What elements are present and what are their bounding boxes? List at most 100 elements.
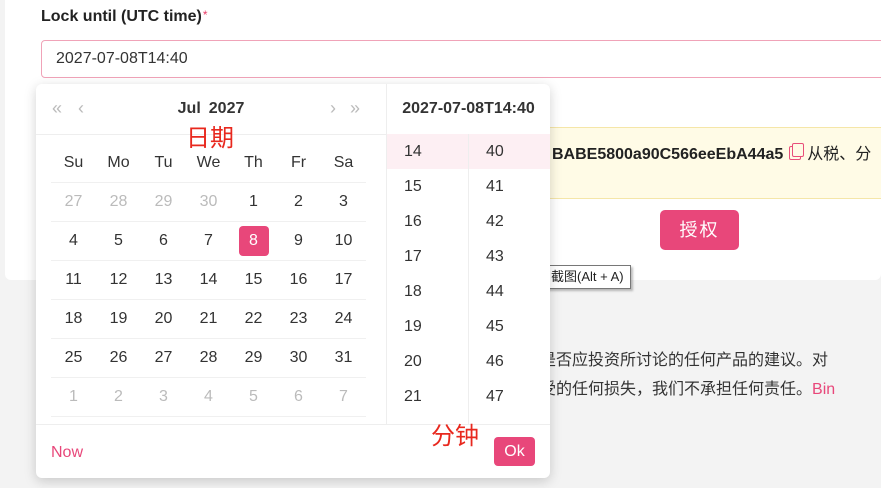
hour-column[interactable]: 14 15 16 17 18 19 20 21 bbox=[387, 134, 469, 424]
minute-option[interactable]: 41 bbox=[469, 169, 550, 204]
minute-option[interactable]: 42 bbox=[469, 204, 550, 239]
calendar-day[interactable]: 20 bbox=[141, 300, 186, 338]
calendar-day[interactable]: 7 bbox=[321, 378, 366, 416]
hour-option[interactable]: 21 bbox=[387, 379, 468, 414]
disclaimer-link[interactable]: Bin bbox=[812, 381, 835, 398]
day-number: 21 bbox=[199, 310, 218, 327]
calendar-day[interactable]: 28 bbox=[186, 339, 231, 377]
day-number: 7 bbox=[339, 388, 348, 405]
authorize-button[interactable]: 授权 bbox=[660, 210, 739, 250]
calendar-day[interactable]: 26 bbox=[96, 339, 141, 377]
day-number: 27 bbox=[154, 349, 173, 366]
calendar-day[interactable]: 24 bbox=[321, 300, 366, 338]
calendar-day[interactable]: 22 bbox=[231, 300, 276, 338]
weekday-label: Sa bbox=[333, 154, 354, 171]
hour-option[interactable]: 20 bbox=[387, 344, 468, 379]
screenshot-tooltip: 截图(Alt + A) bbox=[544, 265, 631, 289]
calendar-day[interactable]: 4 bbox=[186, 378, 231, 416]
disclaimer-line-1: 是否应投资所讨论的任何产品的建议。对 bbox=[540, 352, 829, 369]
minute-option[interactable]: 46 bbox=[469, 344, 550, 379]
day-number: 10 bbox=[334, 232, 353, 249]
day-number: 23 bbox=[289, 310, 308, 327]
day-number: 26 bbox=[109, 349, 128, 366]
minute-option[interactable]: 44 bbox=[469, 274, 550, 309]
calendar-day[interactable]: 12 bbox=[96, 261, 141, 299]
minute-option[interactable]: 45 bbox=[469, 309, 550, 344]
calendar-day[interactable]: 5 bbox=[231, 378, 276, 416]
day-number: 29 bbox=[244, 349, 263, 366]
calendar-day[interactable]: 30 bbox=[276, 339, 321, 377]
calendar-day[interactable]: 29 bbox=[141, 183, 186, 221]
lock-until-input[interactable]: 2027-07-08T14:40 bbox=[41, 40, 881, 78]
calendar-day[interactable]: 2 bbox=[96, 378, 141, 416]
calendar-day[interactable]: 27 bbox=[51, 183, 96, 221]
day-number: 3 bbox=[159, 388, 168, 405]
now-button[interactable]: Now bbox=[51, 444, 83, 462]
hour-option[interactable]: 14 bbox=[387, 134, 468, 169]
calendar-day[interactable]: 28 bbox=[96, 183, 141, 221]
month-label[interactable]: Jul bbox=[178, 100, 201, 117]
hour-option[interactable]: 19 bbox=[387, 309, 468, 344]
calendar-day[interactable]: 6 bbox=[276, 378, 321, 416]
calendar-day[interactable]: 9 bbox=[276, 222, 321, 260]
calendar-day[interactable]: 4 bbox=[51, 222, 96, 260]
calendar-day[interactable]: 18 bbox=[51, 300, 96, 338]
day-number: 22 bbox=[244, 310, 263, 327]
required-mark: * bbox=[202, 8, 208, 22]
ok-button[interactable]: Ok bbox=[494, 437, 535, 466]
calendar-day[interactable]: 2 bbox=[276, 183, 321, 221]
calendar-day[interactable]: 15 bbox=[231, 261, 276, 299]
notice-line: BABE5800a90C566eeEbA44a5 从税、分 bbox=[552, 140, 871, 164]
year-label[interactable]: 2027 bbox=[209, 100, 245, 117]
minute-option[interactable]: 47 bbox=[469, 379, 550, 414]
minute-option[interactable]: 43 bbox=[469, 239, 550, 274]
hour-option[interactable]: 15 bbox=[387, 169, 468, 204]
calendar-day[interactable]: 30 bbox=[186, 183, 231, 221]
calendar-day[interactable]: 16 bbox=[276, 261, 321, 299]
calendar-week: 18 19 20 21 22 23 24 bbox=[51, 300, 366, 339]
calendar-week: 11 12 13 14 15 16 17 bbox=[51, 261, 366, 300]
calendar-day[interactable]: 6 bbox=[141, 222, 186, 260]
day-number: 1 bbox=[249, 193, 258, 210]
calendar-day[interactable]: 31 bbox=[321, 339, 366, 377]
next-month-icon[interactable]: › bbox=[330, 98, 336, 119]
calendar-day[interactable]: 13 bbox=[141, 261, 186, 299]
calendar-day[interactable]: 25 bbox=[51, 339, 96, 377]
day-number: 20 bbox=[154, 310, 173, 327]
calendar-day[interactable]: 7 bbox=[186, 222, 231, 260]
calendar-day[interactable]: 10 bbox=[321, 222, 366, 260]
weekday-label: Su bbox=[63, 154, 84, 171]
calendar-day[interactable]: 21 bbox=[186, 300, 231, 338]
day-number: 30 bbox=[199, 193, 218, 210]
hour-option[interactable]: 18 bbox=[387, 274, 468, 309]
calendar-day[interactable]: 14 bbox=[186, 261, 231, 299]
day-number: 15 bbox=[244, 271, 263, 288]
calendar-day[interactable]: 1 bbox=[231, 183, 276, 221]
hour-option[interactable]: 17 bbox=[387, 239, 468, 274]
calendar-day[interactable]: 3 bbox=[321, 183, 366, 221]
day-number: 31 bbox=[334, 349, 353, 366]
calendar-day[interactable]: 29 bbox=[231, 339, 276, 377]
day-number: 1 bbox=[69, 388, 78, 405]
calendar-day[interactable]: 11 bbox=[51, 261, 96, 299]
disclaimer-text: 受的任何损失，我们不承担任何责任。 bbox=[540, 381, 813, 398]
minute-option[interactable]: 40 bbox=[469, 134, 550, 169]
hour-option[interactable]: 16 bbox=[387, 204, 468, 239]
calendar-day[interactable]: 27 bbox=[141, 339, 186, 377]
calendar-day[interactable]: 23 bbox=[276, 300, 321, 338]
day-number: 7 bbox=[204, 232, 213, 249]
minute-column[interactable]: 40 41 42 43 44 45 46 47 bbox=[469, 134, 550, 424]
day-number: 30 bbox=[289, 349, 308, 366]
calendar-day[interactable]: 3 bbox=[141, 378, 186, 416]
copy-icon[interactable] bbox=[789, 143, 805, 160]
next-year-icon[interactable]: » bbox=[350, 98, 360, 119]
calendar-day[interactable]: 5 bbox=[96, 222, 141, 260]
day-number: 28 bbox=[199, 349, 218, 366]
calendar-day[interactable]: 19 bbox=[96, 300, 141, 338]
selected-datetime: 2027-07-08T14:40 bbox=[387, 84, 550, 135]
calendar-day[interactable]: 1 bbox=[51, 378, 96, 416]
day-number: 24 bbox=[334, 310, 353, 327]
label-text: Lock until (UTC time) bbox=[41, 8, 202, 25]
calendar-day[interactable]: 17 bbox=[321, 261, 366, 299]
calendar-day-selected[interactable]: 8 bbox=[231, 222, 276, 260]
